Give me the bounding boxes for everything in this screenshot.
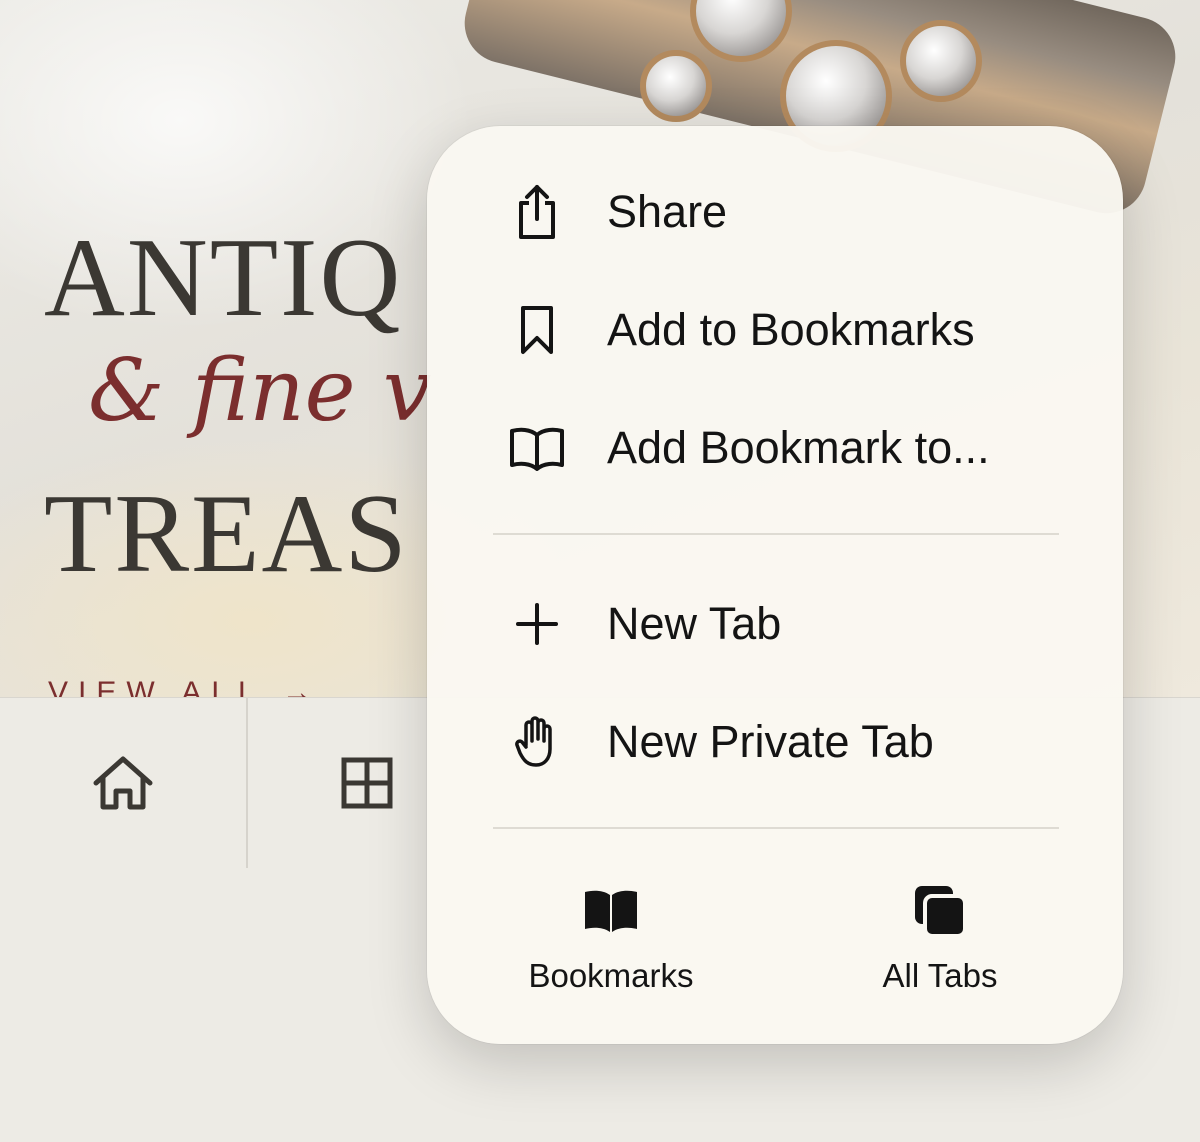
home-button[interactable] — [88, 748, 158, 818]
hand-icon — [507, 712, 567, 772]
bookmarks-label: Bookmarks — [528, 957, 694, 994]
menu-separator — [493, 533, 1059, 535]
bookmark-icon — [507, 300, 567, 360]
hero-title-line-2: & fine v — [88, 341, 432, 441]
menu-item-add-bookmark-to[interactable]: Add Bookmark to... — [427, 389, 1123, 507]
categories-button[interactable] — [332, 748, 402, 818]
menu-item-label: New Tab — [607, 598, 782, 649]
bookmarks-book-icon — [581, 881, 641, 941]
menu-item-label: Share — [607, 186, 728, 237]
plus-icon — [507, 594, 567, 654]
menu-separator — [493, 827, 1059, 829]
menu-item-label: Add to Bookmarks — [607, 304, 975, 355]
menu-item-add-to-bookmarks[interactable]: Add to Bookmarks — [427, 271, 1123, 389]
tabs-icon — [910, 881, 970, 941]
hero-title-line-1: ANTIQ — [44, 216, 403, 340]
menu-item-new-private-tab[interactable]: New Private Tab — [427, 683, 1123, 801]
share-icon — [507, 182, 567, 242]
home-icon — [93, 756, 153, 810]
gem — [640, 50, 712, 122]
menu-item-label: New Private Tab — [607, 716, 934, 767]
browser-context-menu: Share Add to Bookmarks Add Bookmark to..… — [427, 126, 1123, 1044]
gem — [900, 20, 982, 102]
all-tabs-button[interactable]: All Tabs — [810, 881, 1070, 1011]
toolbar-divider — [246, 698, 248, 868]
menu-item-share[interactable]: Share — [427, 153, 1123, 271]
menu-item-label: Add Bookmark to... — [607, 422, 990, 473]
book-open-icon — [507, 418, 567, 478]
bookmarks-button[interactable]: Bookmarks — [481, 881, 741, 1011]
grid-icon — [341, 757, 393, 809]
hero-title-line-3: TREAS — [44, 472, 409, 596]
all-tabs-label: All Tabs — [882, 957, 998, 994]
menu-item-new-tab[interactable]: New Tab — [427, 565, 1123, 683]
